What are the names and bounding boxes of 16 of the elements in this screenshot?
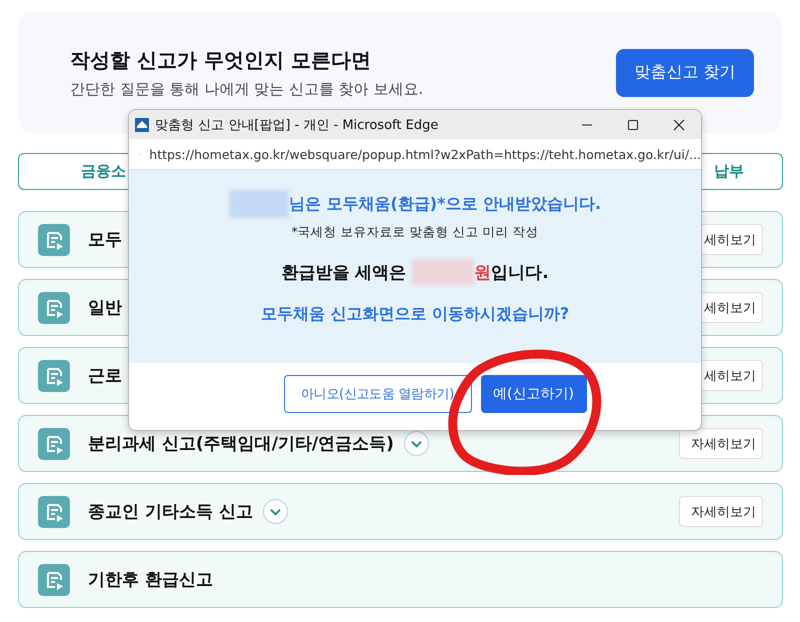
url-text: https://hometax.go.kr/websquare/popup.html?w2xPath=https://teht.hometax.go.kr/ui/... [149, 146, 701, 162]
guidance-message: 님은 모두채움(환급)*으로 안내받았습니다. [288, 194, 602, 214]
hero-subtitle: 간단한 질문을 통해 나에게 맞는 신고를 찾아 보세요. [70, 80, 424, 98]
hero-title: 작성할 신고가 무엇인지 모른다면 [70, 46, 372, 74]
row-title: 기한후 환급신고 [88, 569, 213, 591]
row-title: 모두 [88, 229, 122, 251]
note-text: *국세청 보유자료로 맞춤형 신고 미리 작성 [291, 224, 539, 241]
refund-text: 환급받을 세액은 [281, 262, 406, 284]
row-title: 종교인 기타소득 신고 [88, 501, 253, 523]
window-title: 맞춤형 신고 안내[팝업] - 개인 - Microsoft Edge [155, 116, 438, 134]
question-text: 모두채움 신고화면으로 이동하시겠습니까? [260, 304, 570, 325]
row-title: 분리과세 신고(주택임대/기타/연금소득) [88, 433, 394, 455]
row-title: 일반 [88, 297, 122, 319]
currency-unit: 원 [474, 262, 492, 284]
row-title: 근로 [88, 365, 122, 387]
refund-text: 입니다. [491, 262, 549, 284]
